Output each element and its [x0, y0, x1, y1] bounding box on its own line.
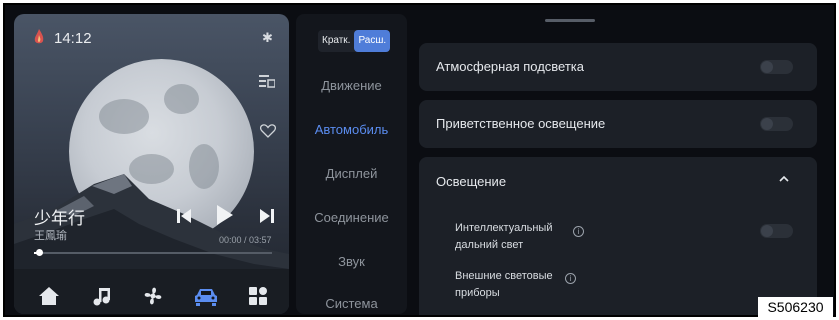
extended-mode-button[interactable]: Расш. [354, 30, 391, 52]
clock: 14:12 [54, 30, 92, 47]
nav-item-driving[interactable]: Движение [296, 78, 407, 93]
image-code-label: S506230 [758, 297, 833, 317]
bluetooth-icon: ✱ [262, 30, 273, 45]
progress-knob[interactable] [35, 249, 43, 256]
bottom-dock [14, 269, 289, 314]
smart-high-beam-label: Интеллектуальный дальний свет [455, 220, 552, 254]
welcome-light-toggle[interactable] [760, 117, 793, 131]
lighting-section-title[interactable]: Освещение [436, 174, 506, 189]
apps-icon[interactable] [247, 285, 269, 307]
settings-panel: Атмосферная подсветка Приветственное осв… [410, 14, 830, 315]
nav-item-vehicle[interactable]: Автомобиль [296, 122, 407, 137]
song-title: 少年行 [34, 209, 85, 228]
brief-mode-button[interactable]: Кратк. [318, 30, 354, 52]
music-icon[interactable] [91, 285, 113, 307]
smart-high-beam-text: Интеллектуальный дальний свет [455, 222, 553, 251]
welcome-light-row[interactable]: Приветственное освещение [419, 100, 817, 148]
ambient-light-label: Атмосферная подсветка [436, 59, 585, 74]
welcome-light-label: Приветственное освещение [436, 116, 606, 131]
nav-item-display[interactable]: Дисплей [296, 166, 407, 181]
smart-high-beam-toggle[interactable] [760, 224, 793, 238]
car-icon[interactable] [194, 285, 218, 307]
info-icon[interactable]: i [573, 226, 584, 237]
nav-item-connection[interactable]: Соединение [296, 210, 407, 225]
view-mode-toggle[interactable]: Кратк. Расш. [318, 30, 391, 52]
ambient-light-toggle[interactable] [760, 60, 793, 74]
settings-nav: Кратк. Расш. Движение Автомобиль Дисплей… [296, 14, 407, 314]
drag-handle[interactable] [545, 19, 595, 22]
chevron-up-icon[interactable] [779, 175, 789, 183]
lighting-section: Освещение Интеллектуальный дальний свет … [419, 157, 817, 315]
exterior-lights-text: Внешние световые приборы [455, 270, 553, 299]
heart-icon[interactable] [260, 124, 276, 138]
nav-item-sound[interactable]: Звук [296, 254, 407, 269]
playback-progress-bar[interactable] [34, 249, 272, 256]
flame-icon [34, 29, 44, 44]
fan-icon[interactable] [142, 285, 164, 307]
play-icon[interactable] [216, 204, 234, 226]
previous-track-icon[interactable] [177, 208, 191, 224]
exterior-lights-label: Внешние световые приборы [455, 268, 553, 302]
song-artist: 王鳳瑜 [34, 230, 67, 242]
next-track-icon[interactable] [260, 208, 274, 224]
media-player-panel: 14:12 ✱ 少年行 王鳳瑜 00:00 / 03:57 [14, 14, 289, 314]
info-icon[interactable]: i [565, 273, 576, 284]
screen: 14:12 ✱ 少年行 王鳳瑜 00:00 / 03:57 Кратк. Рас… [3, 3, 836, 317]
ambient-light-row[interactable]: Атмосферная подсветка [419, 43, 817, 91]
home-icon[interactable] [38, 285, 60, 307]
playlist-icon[interactable] [259, 74, 275, 88]
playback-time: 00:00 / 03:57 [219, 235, 272, 245]
nav-item-system[interactable]: Система [296, 296, 407, 311]
